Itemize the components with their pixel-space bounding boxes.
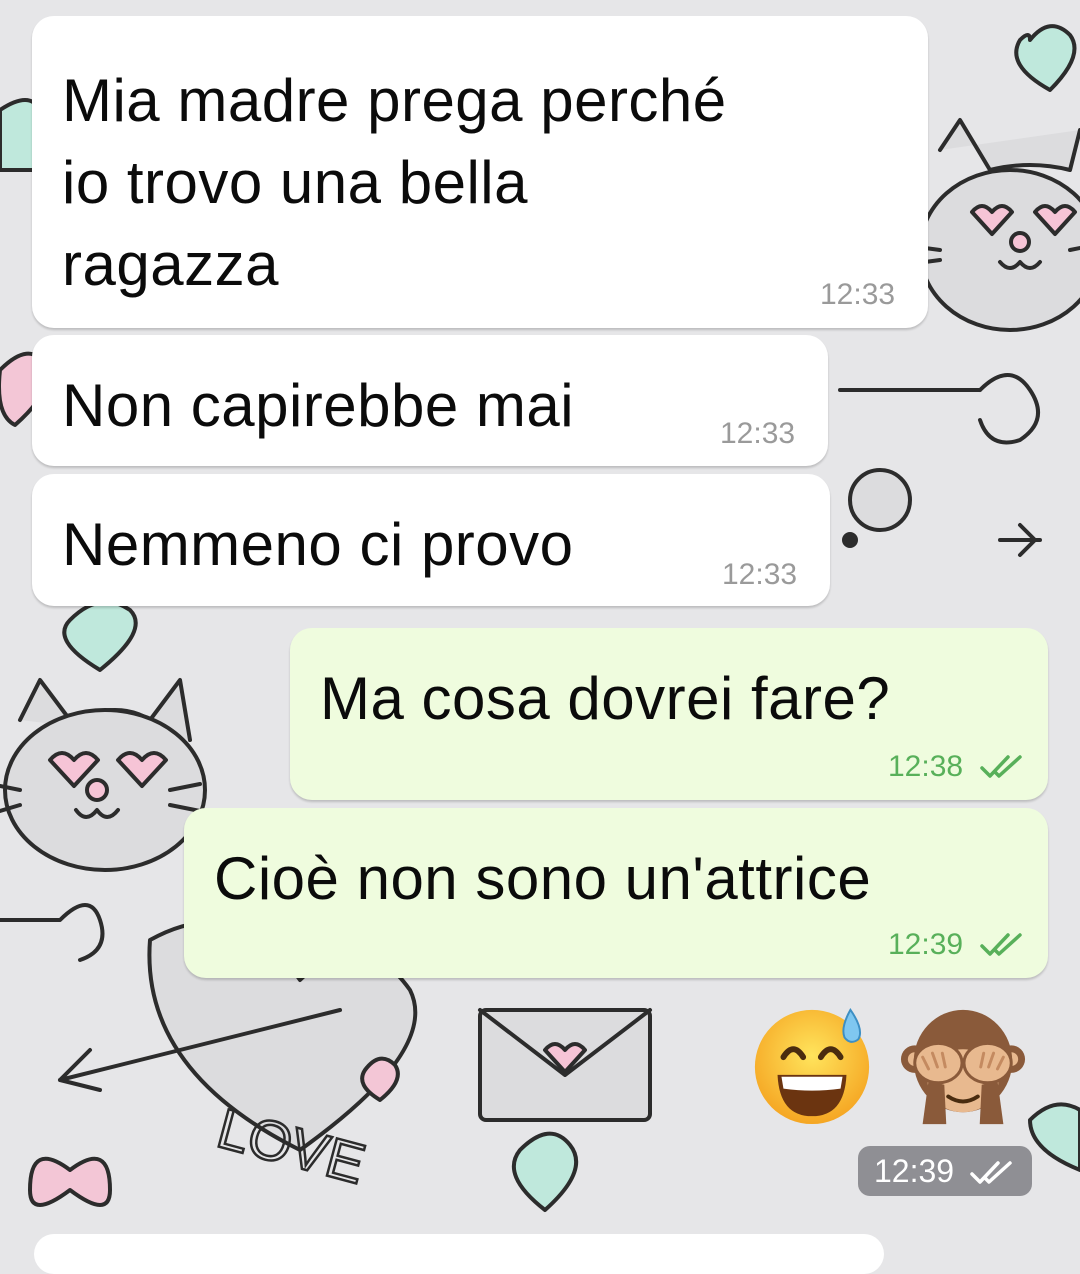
message-text: Nemmeno ci provo (62, 511, 574, 578)
outgoing-message[interactable]: Ma cosa dovrei fare? 12:38 (290, 628, 1048, 800)
incoming-message[interactable]: Mia madre prega perché io trovo una bell… (32, 16, 928, 328)
message-text: Mia madre prega perché io trovo una bell… (62, 67, 727, 298)
message-time: 12:39 (874, 1153, 955, 1189)
chat-area[interactable]: Mia madre prega perché io trovo una bell… (0, 0, 1080, 1274)
double-check-icon (980, 755, 1022, 778)
outgoing-message[interactable]: Cioè non sono un'attrice 12:39 (184, 808, 1048, 978)
message-time: 12:33 (720, 417, 796, 450)
incoming-message-partial[interactable] (34, 1234, 884, 1274)
message-time: 12:33 (820, 278, 896, 311)
message-text: Ma cosa dovrei fare? (320, 665, 891, 732)
sticker-time-badge: 12:39 (858, 1146, 1032, 1196)
message-time: 12:33 (722, 558, 798, 591)
message-time: 12:39 (888, 928, 964, 961)
emoji-message[interactable] (740, 990, 1040, 1140)
message-time: 12:38 (888, 750, 964, 783)
double-check-icon (980, 933, 1022, 956)
grinning-face-with-sweat-icon (754, 1007, 870, 1125)
incoming-message[interactable]: Non capirebbe mai 12:33 (32, 335, 828, 466)
see-no-evil-monkey-icon (900, 1009, 1026, 1125)
double-check-icon (970, 1161, 1012, 1184)
message-text: Cioè non sono un'attrice (214, 845, 872, 912)
incoming-message[interactable]: Nemmeno ci provo 12:33 (32, 474, 830, 606)
message-text: Non capirebbe mai (62, 372, 575, 439)
